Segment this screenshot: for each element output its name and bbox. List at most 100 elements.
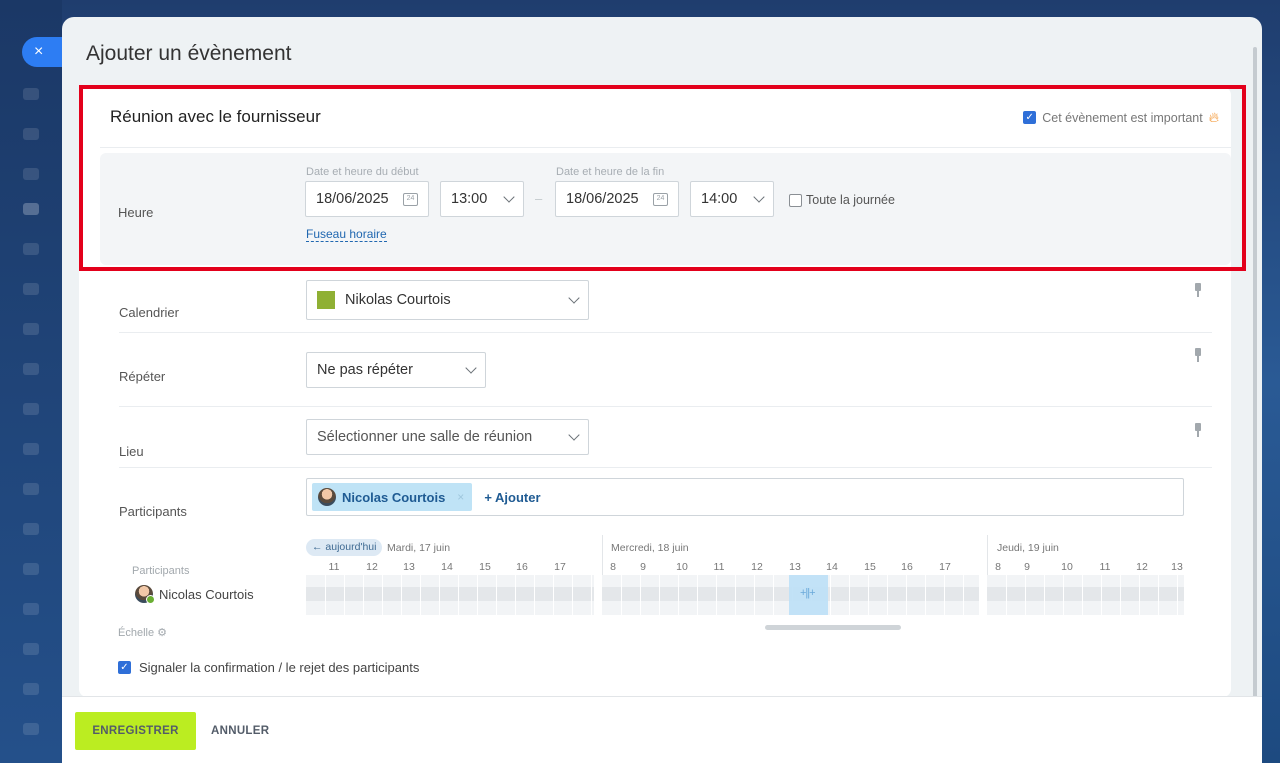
- timeline-cell-divider: [1044, 575, 1045, 615]
- timeline-grid[interactable]: [987, 575, 1184, 615]
- sidebar-icon[interactable]: [23, 483, 39, 495]
- sidebar-icon[interactable]: [23, 683, 39, 695]
- hour-label: 13: [403, 561, 415, 573]
- app-sidebar: [0, 0, 62, 763]
- confirmation-checkbox[interactable]: ✓: [118, 661, 131, 674]
- sidebar-icon[interactable]: [23, 643, 39, 655]
- day-label: Mercredi, 18 juin: [611, 542, 689, 554]
- timeline-cell-divider: [420, 575, 421, 615]
- sidebar-icon[interactable]: [23, 723, 39, 735]
- sidebar-icon[interactable]: [23, 443, 39, 455]
- timeline-cell-divider: [925, 575, 926, 615]
- timeline-cell-divider: [515, 575, 516, 615]
- sidebar-icon[interactable]: [23, 363, 39, 375]
- hour-label: 14: [441, 561, 453, 573]
- timeline-cell-divider: [534, 575, 535, 615]
- timeline-cell-divider: [678, 575, 679, 615]
- close-slider-button[interactable]: ×: [22, 37, 62, 67]
- hour-label: 16: [901, 561, 913, 573]
- timeline-cell-divider: [887, 575, 888, 615]
- vertical-scrollbar[interactable]: [1253, 47, 1257, 707]
- sidebar-icon[interactable]: [23, 523, 39, 535]
- timeline-cell-divider: [773, 575, 774, 615]
- save-button[interactable]: ENREGISTRER: [75, 712, 196, 750]
- planner-participants-header: Participants: [132, 565, 190, 577]
- timeline-cell-divider: [1063, 575, 1064, 615]
- page-title: Ajouter un évènement: [86, 42, 292, 65]
- hour-label: 14: [826, 561, 838, 573]
- timeline-cell-divider: [477, 575, 478, 615]
- timeline-cell-divider: [401, 575, 402, 615]
- sidebar-icon[interactable]: [23, 283, 39, 295]
- hour-label: 10: [1061, 561, 1073, 573]
- sidebar-icon[interactable]: [23, 403, 39, 415]
- cancel-button[interactable]: ANNULER: [211, 712, 269, 750]
- scale-label[interactable]: Échelle ⚙: [118, 626, 167, 639]
- hour-label: 15: [479, 561, 491, 573]
- timeline-cell-divider: [697, 575, 698, 615]
- hour-label: 12: [366, 561, 378, 573]
- timeline-cell-divider: [963, 575, 964, 615]
- sidebar-icon[interactable]: [23, 603, 39, 615]
- sidebar-icon[interactable]: [23, 563, 39, 575]
- timeline-cell-divider: [906, 575, 907, 615]
- resize-handle-icon[interactable]: +||+: [800, 587, 816, 599]
- day-label: Mardi, 17 juin: [387, 542, 451, 554]
- hour-label: 12: [1136, 561, 1148, 573]
- hour-label: 17: [939, 561, 951, 573]
- timeline-cell-divider: [1025, 575, 1026, 615]
- timeline-cell-divider: [1177, 575, 1178, 615]
- timeline-grid[interactable]: [306, 575, 594, 615]
- sidebar-icon[interactable]: [23, 168, 39, 180]
- hour-label: 11: [713, 561, 725, 573]
- timeline-cell-divider: [1082, 575, 1083, 615]
- planner-participant: Nicolas Courtois: [135, 585, 254, 604]
- timeline-cell-divider: [382, 575, 383, 615]
- timeline-cell-divider: [572, 575, 573, 615]
- timeline-cell-divider: [868, 575, 869, 615]
- today-button[interactable]: ← aujourd'hui: [306, 539, 383, 556]
- hour-label: 10: [676, 561, 688, 573]
- sidebar-icon[interactable]: [23, 128, 39, 140]
- close-icon: ×: [34, 43, 44, 60]
- timeline-cell-divider: [344, 575, 345, 615]
- timeline-cell-divider: [944, 575, 945, 615]
- timeline-cell-divider: [496, 575, 497, 615]
- timeline-cell-divider: [716, 575, 717, 615]
- timeline-cell-divider: [640, 575, 641, 615]
- timeline-cell-divider: [1101, 575, 1102, 615]
- confirmation-toggle[interactable]: ✓ Signaler la confirmation / le rejet de…: [118, 660, 419, 675]
- hour-label: 13: [789, 561, 801, 573]
- timeline-cell-divider: [439, 575, 440, 615]
- timeline-cell-divider: [363, 575, 364, 615]
- event-slider: Ajouter un évènement Réunion avec le fou…: [62, 17, 1262, 763]
- hour-label: 8: [995, 561, 1001, 573]
- day-label: Jeudi, 19 juin: [997, 542, 1059, 554]
- timeline-cell-divider: [458, 575, 459, 615]
- sidebar-icon[interactable]: [23, 203, 39, 215]
- timeline-cell-divider: [659, 575, 660, 615]
- timeline-cell-divider: [591, 575, 592, 615]
- timeline-cell-divider: [553, 575, 554, 615]
- sidebar-icon[interactable]: [23, 323, 39, 335]
- hour-label: 12: [751, 561, 763, 573]
- avatar: [135, 585, 155, 604]
- sidebar-icon[interactable]: [23, 88, 39, 100]
- hour-label: 16: [516, 561, 528, 573]
- timeline-cell-divider: [754, 575, 755, 615]
- gear-icon[interactable]: ⚙: [157, 627, 167, 639]
- timeline-cell-divider: [1006, 575, 1007, 615]
- confirmation-label: Signaler la confirmation / le rejet des …: [139, 660, 420, 675]
- horizontal-scrollbar[interactable]: [765, 625, 901, 630]
- sidebar-icon[interactable]: [23, 243, 39, 255]
- hour-label: 15: [864, 561, 876, 573]
- hour-label: 8: [610, 561, 616, 573]
- timeline-cell-divider: [830, 575, 831, 615]
- timeline-cell-divider: [1120, 575, 1121, 615]
- timeline-cell-divider: [1158, 575, 1159, 615]
- hour-label: 17: [554, 561, 566, 573]
- hour-label: 9: [640, 561, 646, 573]
- timeline-cell-divider: [1139, 575, 1140, 615]
- availability-planner: ← aujourd'hui Mardi, 17 juin Mercredi, 1…: [79, 87, 1231, 697]
- event-form: Réunion avec le fournisseur ✓ Cet évènem…: [79, 87, 1231, 697]
